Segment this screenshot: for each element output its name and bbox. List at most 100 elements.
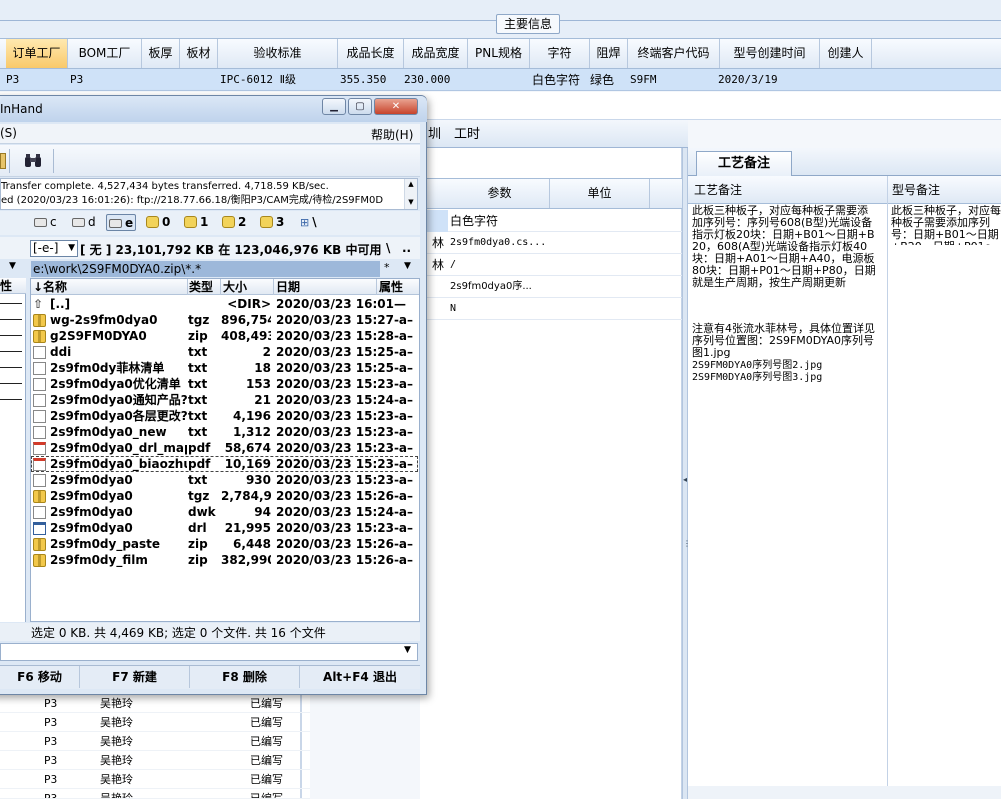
alt-f4-exit-button[interactable]: Alt+F4 退出 — [300, 666, 420, 688]
param-col-unit[interactable]: 单位 — [550, 179, 650, 208]
f6-move-button[interactable]: F6 移动 — [0, 666, 80, 688]
drive-button-1[interactable]: 1 — [184, 214, 208, 231]
history-button[interactable]: * — [384, 261, 390, 274]
file-row[interactable]: 2s9fm0dy_film zip 382,990 2020/03/23 15:26-… — [31, 552, 418, 568]
param-row[interactable]: 2s9fm0dya0序... — [420, 276, 682, 298]
file-date: 2020/03/23 15:23-a– — [276, 473, 414, 487]
table-row[interactable]: P3 吴艳玲 已编写 — [0, 713, 310, 732]
root-dir-button[interactable]: \ — [386, 241, 390, 255]
param-col-param[interactable]: 参数 — [450, 179, 550, 208]
craft-remark-text-3[interactable]: 2S9FM0DYA0序列号图2.jpg 2S9FM0DYA0序列号图3.jpg — [692, 360, 878, 384]
f7-new-folder-button[interactable]: F7 新建 — [80, 666, 190, 688]
file-row[interactable]: 2s9fm0dy菲林清单 txt 18 2020/03/23 15:25-a– — [31, 360, 418, 376]
tab-worktime[interactable]: 工时 — [454, 124, 494, 146]
model-remark-text[interactable]: 此板三种板子，对应每种板子需要添加序列号：日期+B01～日期+B20，日期+P0… — [891, 205, 1001, 245]
file-row[interactable]: 2s9fm0dya0优化清单 txt 153 2020/03/23 15:23-a– — [31, 376, 418, 392]
col-thickness[interactable]: 板厚 — [142, 39, 180, 68]
col-character[interactable]: 字符 — [530, 39, 590, 68]
menu-item-help[interactable]: 帮助(H) — [371, 126, 413, 143]
f8-delete-button[interactable]: F8 删除 — [190, 666, 300, 688]
drive-button-c[interactable]: c — [34, 214, 57, 231]
drive-button-0[interactable]: 0 — [146, 214, 170, 231]
craft-remark-text[interactable]: 此板三种板子，对应每种板子需要添加序列号：序列号608(B型)光端设备指示灯板2… — [692, 205, 878, 289]
craft-remark-text-2[interactable]: 注意有4张流水菲林号，具体位置详见序列号位置图：2S9FM0DYA0序列号图1.… — [692, 323, 878, 359]
param-row[interactable]: 白色字符 — [420, 210, 682, 232]
drive-button-e[interactable]: e — [106, 214, 137, 231]
file-row[interactable]: 2s9fm0dya0各层更改?. txt 4,196 2020/03/23 15:23… — [31, 408, 418, 424]
file-row[interactable]: ⇧ [..] <DIR> 2020/03/23 16:01— — [31, 296, 418, 312]
col-order-factory[interactable]: 订单工厂 — [6, 39, 68, 68]
network-neighborhood-button[interactable]: ⊞ \ — [300, 214, 317, 231]
minimize-button[interactable]: ▁ — [322, 98, 346, 115]
archive-icon — [33, 554, 46, 567]
col-acceptance-standard[interactable]: 验收标准 — [218, 39, 338, 68]
file-row[interactable]: 2s9fm0dy_paste zip 6,448 2020/03/23 15:26-a… — [31, 536, 418, 552]
network-drive-icon — [184, 216, 197, 228]
file-row[interactable]: 2s9fm0dya0通知产品?. txt 21 2020/03/23 15:24-a– — [31, 392, 418, 408]
col-bom-factory[interactable]: BOM工厂 — [68, 39, 142, 68]
file-row[interactable]: 2s9fm0dya0_new txt 1,312 2020/03/23 15:23-a… — [31, 424, 418, 440]
menu-item-partial[interactable]: (S) — [0, 126, 17, 140]
col-customer-code[interactable]: 终端客户代码 — [628, 39, 720, 68]
file-row[interactable]: wg-2s9fm0dya0 tgz 896,754 2020/03/23 15:27-… — [31, 312, 418, 328]
remark-col-model: 型号备注 — [892, 183, 941, 197]
table-row[interactable]: P3 吴艳玲 已编写 — [0, 789, 310, 799]
binoculars-search-icon[interactable] — [23, 151, 43, 171]
param-row[interactable]: 林 / — [420, 254, 682, 276]
file-row[interactable]: 2s9fm0dya0_biaozhu pdf 10,169 2020/03/23 15… — [31, 456, 418, 472]
toolbar-partial-icon[interactable] — [0, 153, 6, 169]
col-name[interactable]: ↓名称 — [31, 279, 188, 295]
file-row[interactable]: ddi txt 2 2020/03/23 15:25-a– — [31, 344, 418, 360]
file-row[interactable]: 2s9fm0dya0_drl_map pdf 58,674 2020/03/23 15… — [31, 440, 418, 456]
col-finished-length[interactable]: 成品长度 — [338, 39, 404, 68]
file-row[interactable]: 2s9fm0dya0 tgz 2,784,993 2020/03/23 15:26-a… — [31, 488, 418, 504]
left-panel-row-marker — [0, 335, 22, 336]
table-row[interactable]: P3 吴艳玲 已编写 — [0, 694, 310, 713]
col-date[interactable]: 日期 — [274, 279, 377, 295]
close-button[interactable]: ✕ — [374, 98, 418, 115]
col-material[interactable]: 板材 — [180, 39, 218, 68]
ftp-log[interactable]: Transfer complete. 4,527,434 bytes trans… — [0, 178, 418, 210]
path-dropdown-icon[interactable]: ▼ — [404, 261, 411, 271]
table-row[interactable]: P3 吴艳玲 已编写 — [0, 751, 310, 770]
erp-selected-row[interactable]: P3 P3 IPC-6012 Ⅱ级 355.350 230.000 白色字符 绿… — [0, 69, 1001, 91]
tab-tech-remark[interactable]: 工艺备注 — [696, 151, 792, 176]
command-history-dropdown-icon[interactable]: ▼ — [404, 645, 411, 655]
current-path[interactable]: e:\work\2S9FM0DYA0.zip\*.* — [31, 261, 380, 277]
param-row[interactable]: N — [420, 298, 682, 320]
status-text: 选定 0 KB. 共 4,469 KB; 选定 0 个文件. 共 16 个文件 — [31, 626, 326, 640]
file-row[interactable]: g2S9FM0DYA0 zip 408,493 2020/03/23 15:28-a– — [31, 328, 418, 344]
table-row[interactable]: P3 吴艳玲 已编写 — [0, 770, 310, 789]
left-panel-header[interactable]: 性 — [0, 278, 26, 294]
drive-button-2[interactable]: 2 — [222, 214, 246, 231]
main-info-tab[interactable]: 主要信息 — [496, 14, 560, 34]
left-panel-dropdown-icon[interactable]: ▼ — [9, 261, 16, 271]
parent-dir-icon: ⇧ — [33, 297, 44, 311]
col-type[interactable]: 类型 — [188, 279, 221, 295]
param-row[interactable]: 林 2s9fm0dya0.cs... — [420, 232, 682, 254]
file-row[interactable]: 2s9fm0dya0 drl 21,995 2020/03/23 15:23-a– — [31, 520, 418, 536]
col-size[interactable]: 大小 — [221, 279, 274, 295]
maximize-button[interactable]: ▢ — [348, 98, 372, 115]
drive-select[interactable]: [-e-] ▼ — [30, 240, 78, 257]
file-date: 2020/03/23 15:26-a– — [276, 553, 414, 567]
file-type: tgz — [188, 489, 210, 503]
col-model-created[interactable]: 型号创建时间 — [720, 39, 820, 68]
parent-dir-button[interactable]: .. — [402, 241, 411, 255]
table-row[interactable]: P3 吴艳玲 已编写 — [0, 732, 310, 751]
col-pnl-spec[interactable]: PNL规格 — [468, 39, 530, 68]
col-solder-mask[interactable]: 阻焊 — [590, 39, 628, 68]
splitter-left-arrow-icon[interactable]: ◂ — [683, 476, 687, 484]
file-row[interactable]: 2s9fm0dya0 txt 930 2020/03/23 15:23-a– — [31, 472, 418, 488]
drive-button-3[interactable]: 3 — [260, 214, 284, 231]
tab-partial[interactable]: 圳 — [428, 124, 448, 146]
col-finished-width[interactable]: 成品宽度 — [404, 39, 468, 68]
left-file-panel[interactable] — [0, 278, 26, 622]
drive-button-d[interactable]: d — [72, 214, 96, 231]
col-attr[interactable]: 属性 — [377, 279, 418, 295]
file-row[interactable]: 2s9fm0dya0 dwk 94 2020/03/23 15:24-a– — [31, 504, 418, 520]
command-line-input[interactable] — [0, 643, 418, 661]
log-scrollbar[interactable]: ▲ ▼ — [404, 179, 417, 209]
splitter-grip-icon[interactable]: ⋮ — [683, 540, 691, 548]
col-creator[interactable]: 创建人 — [820, 39, 872, 68]
